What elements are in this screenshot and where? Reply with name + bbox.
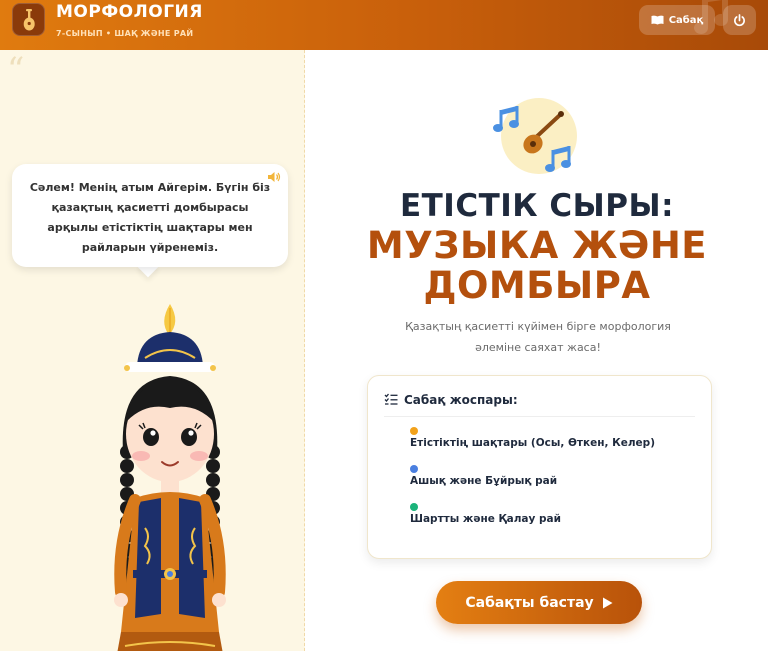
plan-item-label: Ашық және Бұйрық рай [410,475,558,487]
plan-item-label: Етістіктің шақтары (Осы, Өткен, Келер) [410,437,655,449]
character-panel: “ Сәлем! Менің атым Айгерім. Бүгін біз қ… [0,50,305,651]
plan-item-dot [410,427,418,435]
hero-tagline: Қазақтың қасиетті күйімен бірге морфолог… [405,320,671,354]
app-title: МОРФОЛОГИЯ [56,2,203,22]
checklist-icon [384,393,398,405]
app-header: МОРФОЛОГИЯ 7-СЫНЫП • ШАҚ ЖӘНЕ РАЙ Сабақ [0,0,768,50]
lesson-plan-title: Сабақ жоспары: [404,393,518,407]
plan-item-dot [410,503,418,511]
hero-title-line-1: ЕТІСТІК СЫРЫ: [399,188,675,224]
hero-title-line-3: ДОМБЫРА [423,264,651,307]
speech-bubble: Сәлем! Менің атым Айгерім. Бүгін біз қаз… [12,164,288,267]
start-lesson-button[interactable]: Сабақты бастау [436,581,642,624]
app-subtitle: 7-СЫНЫП • ШАҚ ЖӘНЕ РАЙ [56,29,194,38]
hero-title-line-2: МУЗЫКА ЖӘНЕ [366,224,708,267]
quote-mark-icon: “ [7,50,25,90]
lesson-plan-header: Сабақ жоспары: [384,393,695,417]
aigerim-character [114,304,226,651]
power-button[interactable] [723,5,756,35]
plan-item-dot [410,465,418,473]
dombra-icon [23,8,35,30]
power-icon [734,13,745,26]
lesson-plan-card: Сабақ жоспары: Етістіктің шақтары (Осы, … [367,375,712,559]
book-icon [651,15,664,25]
play-icon [602,597,613,608]
start-lesson-label: Сабақты бастау [465,594,594,611]
lesson-button[interactable]: Сабақ [639,5,715,35]
app-logo[interactable] [12,3,45,36]
lesson-button-label: Сабақ [668,14,704,26]
speech-text: Сәлем! Менің атым Айгерім. Бүгін біз қаз… [29,181,271,254]
dombra-music-icon [493,98,577,174]
speaker-icon[interactable] [267,171,281,183]
plan-item-label: Шартты және Қалау рай [410,513,561,525]
